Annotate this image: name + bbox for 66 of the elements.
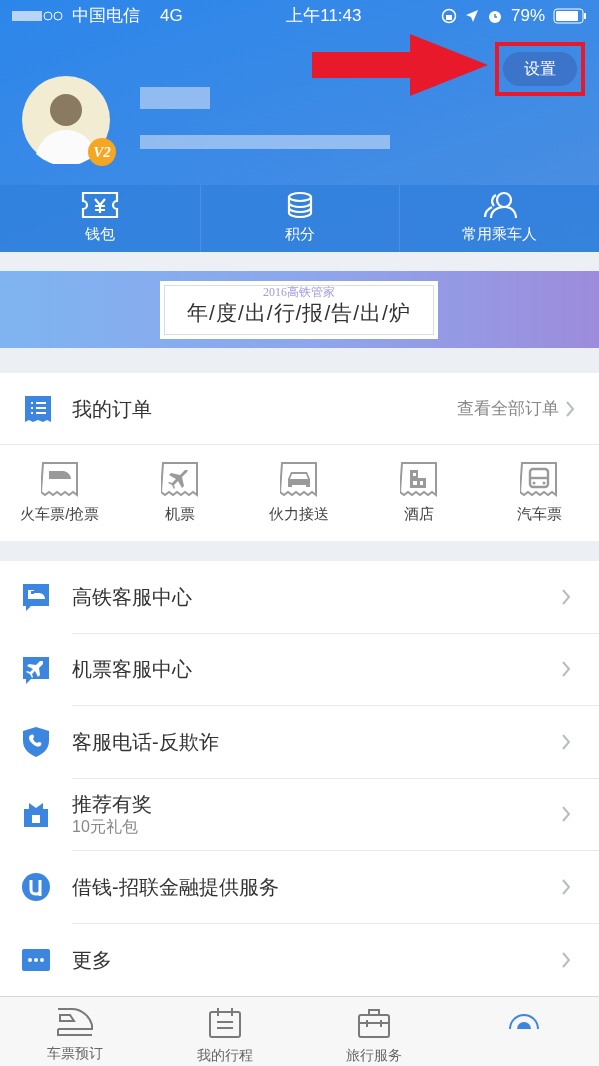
building-ticket-icon [400,460,439,497]
more-icon [21,947,51,972]
order-category-button[interactable]: 伙力接送 [239,445,360,541]
shortcut-button[interactable]: 积分 [199,185,400,252]
tab-button[interactable]: 我的行程 [149,997,300,1066]
level-badge: V2 [88,138,116,166]
bus-ticket-icon [520,460,559,497]
people-icon [482,191,517,220]
chevron-right-icon [561,877,571,896]
menu-label: 机票客服中心 [72,657,192,683]
tab-button[interactable]: 车票预订 [0,997,150,1066]
menu-item[interactable]: 借钱-招联金融提供服务 [0,851,599,924]
chevron-right-icon [561,950,571,969]
tab-button[interactable]: 旅行服务 [299,997,450,1066]
redacted-name [140,87,210,109]
carrier-name: 中国电信 [72,5,140,28]
car-ticket-icon [280,460,319,497]
rotation-lock-icon [440,8,457,24]
order-category-button[interactable]: 酒店 [359,445,480,541]
order-category-button[interactable]: 机票 [119,445,240,541]
banner-subtitle: 2016高铁管家 [263,284,335,299]
coins-icon [286,191,314,220]
shield-phone-icon [22,726,50,759]
chevron-right-icon [561,732,571,751]
shortcut-button[interactable]: 常用乘车人 [399,185,599,252]
battery-percent: 79% [510,5,545,28]
train-chat-icon [21,582,51,613]
menu-item[interactable]: 推荐有奖 10元礼包 [0,778,599,851]
gift-icon [22,800,50,829]
list-icon [24,394,52,423]
chevron-right-icon [561,660,571,679]
menu-item[interactable]: 高铁客服中心 [0,561,599,634]
menu-item[interactable]: 机票客服中心 [0,633,599,706]
location-icon [464,9,479,23]
menu-label: 更多 [72,947,112,973]
order-category-button[interactable]: 汽车票 [479,445,599,541]
train-ticket-icon [40,460,79,497]
settings-button[interactable]: 设置 [503,52,577,86]
chevron-right-icon [561,805,571,824]
menu-label: 推荐有奖 [72,792,152,818]
network-type: 4G [160,5,183,28]
menu-sublabel: 10元礼包 [72,817,139,838]
suitcase-icon [357,1007,392,1039]
menu-label: 客服电话-反欺诈 [72,729,219,755]
plane-ticket-icon [160,460,199,497]
battery-icon [553,8,587,24]
menu-item[interactable]: 客服电话-反欺诈 [0,706,599,779]
menu-item[interactable]: 更多 [0,923,599,996]
menu-label: 借钱-招联金融提供服务 [72,874,279,900]
status-time: 上午11:43 [286,5,362,28]
order-category-button[interactable]: 火车票/抢票 [0,445,120,541]
signal-icon [12,10,64,22]
chevron-right-icon [565,399,575,418]
shortcut-button[interactable]: 钱包 [0,185,200,252]
view-all-orders-link[interactable]: 查看全部订单 [457,395,559,422]
plane-chat-icon [21,654,51,685]
alarm-icon [486,8,503,24]
banner-title: 年/度/出/行/报/告/出/炉 [187,299,411,326]
calendar-icon [207,1007,242,1039]
chevron-right-icon [561,587,571,606]
menu-label: 高铁客服中心 [72,584,192,610]
report-banner[interactable]: 2016高铁管家 年/度/出/行/报/告/出/炉 [0,271,599,349]
train-icon [55,1007,94,1037]
orders-title: 我的订单 [72,396,152,422]
ticket-icon [80,191,119,220]
loan-icon [21,872,51,903]
